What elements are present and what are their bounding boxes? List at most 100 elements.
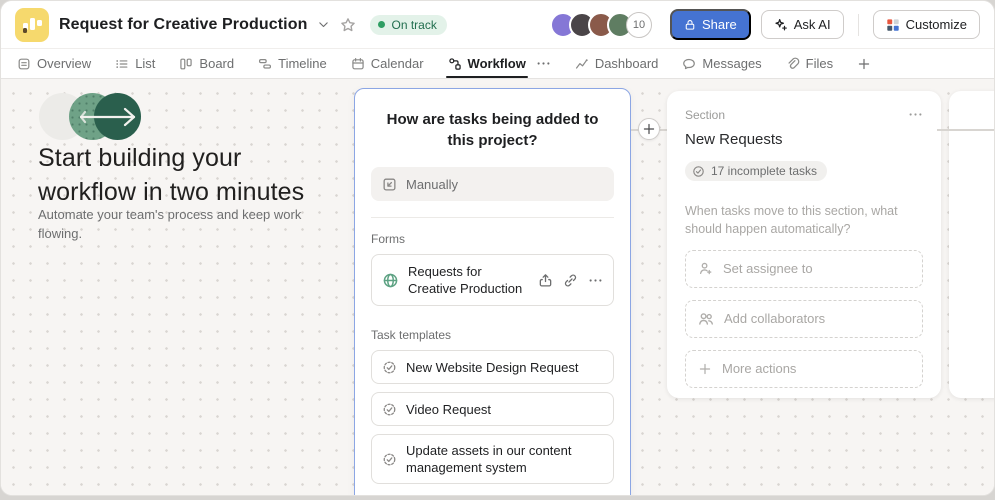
add-tab-button[interactable]	[857, 49, 871, 78]
more-options-icon[interactable]	[588, 273, 603, 288]
tab-workflow[interactable]: Workflow	[445, 49, 529, 78]
tab-messages[interactable]: Messages	[682, 49, 762, 78]
more-actions-button[interactable]: More actions	[685, 349, 923, 388]
intake-question: How are tasks being added to this projec…	[386, 111, 599, 149]
section-title[interactable]: New Requests	[685, 131, 923, 148]
tab-overflow-menu[interactable]	[536, 49, 551, 78]
task-template-item[interactable]: New Website Design Request	[371, 350, 614, 384]
hero-subtitle: Automate your team's process and keep wo…	[38, 207, 302, 241]
tab-timeline[interactable]: Timeline	[258, 49, 327, 78]
arrow-icon	[79, 107, 136, 127]
tab-label: Dashboard	[594, 56, 659, 71]
view-tab-bar: Overview List Board Timeline Calendar Wo…	[1, 49, 994, 79]
calendar-icon	[351, 57, 365, 71]
status-badge[interactable]: On track	[370, 14, 447, 35]
forms-label: Forms	[371, 232, 405, 246]
template-name: Video Request	[406, 401, 492, 417]
share-button-label: Share	[702, 17, 737, 32]
chevron-down-icon[interactable]	[317, 18, 330, 31]
project-icon[interactable]	[15, 7, 49, 42]
plus-icon	[698, 362, 712, 376]
tab-label: Board	[199, 56, 235, 71]
status-badge-label: On track	[391, 17, 437, 32]
set-assignee-button[interactable]: Set assignee to	[685, 249, 923, 288]
lock-icon	[684, 19, 696, 31]
header-divider	[857, 13, 859, 36]
timeline-icon	[258, 57, 272, 71]
collaborators-icon	[698, 311, 714, 327]
task-templates-label: Task templates	[371, 328, 452, 342]
section-kicker: Section	[685, 107, 726, 122]
avatar-stack[interactable]: 10	[550, 11, 653, 38]
connector-line	[937, 129, 994, 131]
add-step-button[interactable]	[638, 118, 660, 140]
incomplete-tasks-label: 17 incomplete tasks	[711, 164, 818, 178]
intake-card: How are tasks being added to this projec…	[354, 88, 631, 495]
list-icon	[115, 57, 129, 71]
intake-divider	[371, 217, 614, 218]
tab-label: Workflow	[467, 56, 526, 71]
tab-files[interactable]: Files	[786, 49, 833, 78]
next-section-card-partial[interactable]	[949, 91, 994, 398]
project-header: Request for Creative Production On track…	[1, 1, 994, 49]
task-template-item[interactable]: Video Request	[371, 392, 614, 426]
star-icon[interactable]	[340, 17, 356, 33]
action-label: More actions	[722, 361, 797, 376]
messages-icon	[682, 57, 696, 71]
tab-label: Messages	[702, 56, 762, 71]
add-collaborators-button[interactable]: Add collaborators	[685, 299, 923, 338]
files-icon	[786, 57, 800, 71]
status-dot-icon	[378, 21, 386, 28]
form-item[interactable]: Requests for Creative Production	[371, 254, 614, 306]
tab-list[interactable]: List	[115, 49, 155, 78]
tab-label: Calendar	[370, 56, 424, 71]
plus-icon	[642, 122, 656, 136]
tab-label: List	[135, 56, 156, 71]
page-title: Request for Creative Production	[59, 15, 308, 33]
incomplete-tasks-badge[interactable]: 17 incomplete tasks	[685, 161, 828, 181]
section-more-icon[interactable]	[908, 107, 923, 122]
copy-link-icon[interactable]	[563, 273, 578, 288]
share-form-icon[interactable]	[538, 273, 553, 288]
template-name: New Website Design Request	[406, 359, 579, 375]
globe-icon	[382, 272, 399, 289]
tab-dashboard[interactable]: Dashboard	[575, 49, 659, 78]
template-check-icon	[382, 402, 397, 417]
workflow-icon	[448, 57, 462, 71]
tab-label: Overview	[37, 56, 92, 71]
ask-ai-button-label: Ask AI	[793, 17, 831, 32]
task-template-item[interactable]: Update assets in our content management …	[371, 434, 614, 484]
import-icon	[382, 177, 397, 192]
share-button[interactable]: Share	[670, 9, 751, 40]
template-name: Update assets in our content management …	[406, 443, 572, 475]
avatar-overflow-count[interactable]: 10	[626, 11, 653, 38]
ask-ai-button[interactable]: Ask AI	[760, 10, 844, 39]
dashboard-icon	[575, 57, 589, 71]
assignee-icon	[698, 261, 713, 276]
manually-label: Manually	[406, 176, 459, 192]
template-check-icon	[382, 452, 397, 467]
action-label: Add collaborators	[724, 311, 826, 326]
plus-icon	[857, 57, 871, 71]
tab-overview[interactable]: Overview	[17, 49, 91, 78]
app-window: Request for Creative Production On track…	[0, 0, 995, 496]
manually-option[interactable]: Manually	[371, 167, 614, 201]
template-check-icon	[382, 360, 397, 375]
check-circle-icon	[692, 165, 705, 178]
section-automation-question: When tasks move to this section, what sh…	[685, 203, 898, 236]
customize-grid-icon	[886, 18, 900, 32]
workflow-canvas: Start building your workflow in two minu…	[1, 79, 994, 495]
tab-board[interactable]: Board	[179, 49, 234, 78]
customize-button-label: Customize	[905, 17, 967, 32]
sparkle-icon	[774, 18, 788, 32]
form-name: Requests for Creative Production	[408, 264, 523, 296]
hero-heading-line1: Start building your	[38, 144, 242, 172]
ellipsis-icon	[536, 56, 551, 71]
workflow-illustration	[39, 93, 189, 141]
board-icon	[179, 57, 193, 71]
tab-label: Files	[805, 56, 834, 71]
customize-button[interactable]: Customize	[872, 10, 980, 39]
action-label: Set assignee to	[723, 261, 813, 276]
tab-calendar[interactable]: Calendar	[351, 49, 424, 78]
overview-icon	[17, 57, 31, 71]
